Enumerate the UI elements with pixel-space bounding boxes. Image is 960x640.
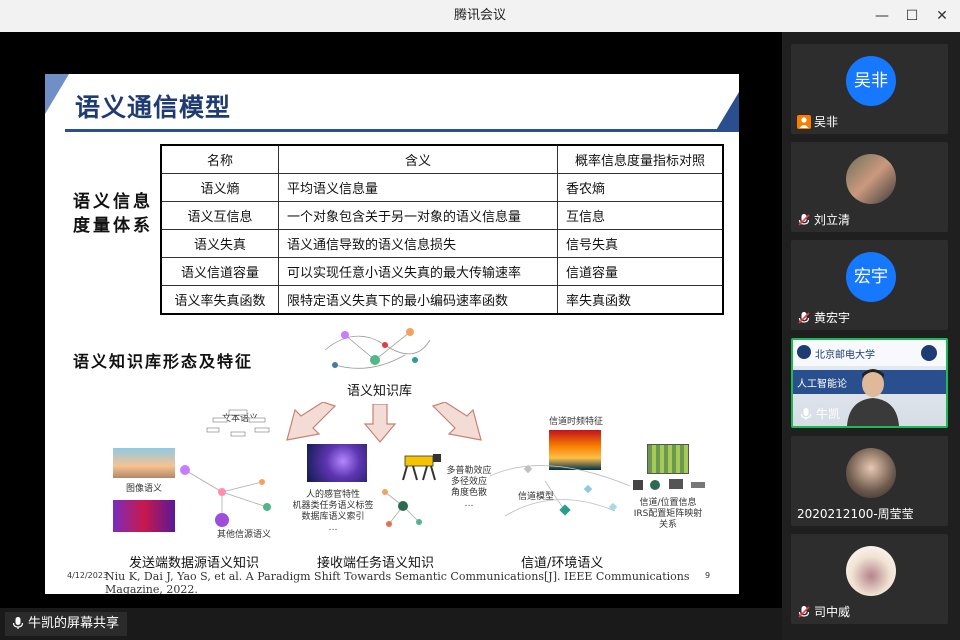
avatar: 吴非 [846, 56, 896, 106]
receiver-semantic-graph [382, 489, 422, 527]
table-cell: 平均语义信息量 [278, 173, 558, 202]
arrow-down-icon [363, 404, 397, 443]
channel-timefreq-label: 信道时频特征 [548, 417, 603, 427]
text-tree-diagram [206, 409, 270, 437]
emblem-icon [921, 345, 937, 361]
banner-text: 北京邮电大学 [815, 350, 875, 361]
slide-page-number: 9 [705, 571, 711, 580]
table-cell: 语义信道容量 [160, 257, 279, 286]
participant-tile[interactable]: 刘立清 [791, 142, 948, 232]
close-button[interactable]: ✕ [926, 0, 958, 32]
participant-tile[interactable]: 司中威 [791, 534, 948, 624]
participant-tile[interactable]: 吴非 吴非 [791, 44, 948, 134]
participant-name: 司中威 [814, 605, 851, 619]
avatar [846, 546, 896, 596]
table-header-cell: 概率信息度量指标对照 [557, 144, 724, 174]
slide-header: 语义通信模型 [45, 74, 739, 132]
participant-name: 黄宏宇 [814, 311, 851, 325]
user-icon [797, 115, 811, 129]
microphone-icon [12, 617, 24, 629]
table-cell: 信道容量 [557, 257, 724, 286]
channel-semantic-graph [489, 464, 631, 517]
table-row: 语义率失真函数 限特定语义失真下的最小编码速率函数 率失真函数 [160, 285, 724, 315]
street-scene-image [113, 448, 175, 478]
participant-tile-active-speaker[interactable]: 北京邮电大学 人工智能论 牛凯 [791, 338, 948, 428]
irs-panel-image [647, 444, 689, 474]
slide-title: 语义通信模型 [75, 93, 232, 122]
microphone-icon [800, 408, 812, 420]
maximize-button[interactable]: ☐ [896, 0, 928, 32]
avatar [846, 448, 896, 498]
table-cell: 互信息 [557, 201, 724, 230]
table-row: 语义互信息 一个对象包含关于另一对象的语义信息量 互信息 [160, 201, 724, 230]
robot-dog-image [402, 454, 441, 481]
table-cell: 香农熵 [557, 173, 724, 202]
window-titlebar: 腾讯会议 — ☐ ✕ [0, 0, 960, 32]
table-cell: 信号失真 [557, 229, 724, 258]
minimize-button[interactable]: — [866, 0, 898, 32]
semantic-metric-table: 名称 含义 概率信息度量指标对照 语义熵 平均语义信息量 香农熵 语义互信息 一… [160, 144, 724, 315]
channel-model-label: 信道模型 [517, 492, 554, 502]
table-cell: 语义率失真函数 [160, 285, 279, 315]
video-banner: 北京邮电大学 [793, 340, 946, 366]
receiver-knowledge-text: 人的感官特性 机器类任务语义标签 数据库语义索引 … [292, 490, 374, 533]
participant-name: 2020212100-周莹莹 [797, 507, 914, 521]
header-accent-right [715, 92, 739, 132]
caption-channel-semantics: 信道/环境语义 [521, 556, 604, 571]
table-row: 语义信道容量 可以实现任意小语义失真的最大传输速率 信道容量 [160, 257, 724, 286]
knowledge-base-section-title: 语义知识库形态及特征 [73, 352, 254, 371]
segmentation-image [113, 500, 175, 532]
channel-info-text: 信道/位置信息 IRS配置矩阵映射 关系 [633, 498, 703, 530]
other-semantic-label: 其他信源语义 [216, 530, 271, 540]
table-cell: 语义互信息 [160, 201, 279, 230]
overlay-text: 人工智能论 [797, 379, 847, 390]
table-row: 语义失真 语义通信导致的语义信息损失 信号失真 [160, 229, 724, 258]
presentation-slide: 语义通信模型 语义信息 度量体系 名称 含义 概率信息度量指标对照 语义熵 平均… [45, 74, 739, 594]
table-cell: 限特定语义失真下的最小编码速率函数 [278, 285, 558, 315]
arrow-down-right-icon [431, 402, 482, 441]
knowledge-graph-icon [324, 328, 431, 369]
caption-receiver-knowledge: 接收端任务语义知识 [317, 556, 435, 571]
knowledge-base-label: 语义知识库 [347, 384, 413, 399]
microphone-muted-icon [798, 606, 810, 618]
table-header-cell: 含义 [278, 144, 558, 174]
participant-name: 刘立清 [814, 213, 851, 227]
participant-tile[interactable]: 宏宇 黄宏宇 [791, 240, 948, 330]
table-row: 语义熵 平均语义信息量 香农熵 [160, 173, 724, 202]
screen-share-indicator[interactable]: 牛凯的屏幕共享 [5, 612, 128, 636]
device-icons [633, 479, 705, 490]
app-title: 腾讯会议 [453, 8, 506, 23]
table-cell: 可以实现任意小语义失真的最大传输速率 [278, 257, 558, 286]
share-label: 牛凯的屏幕共享 [28, 616, 120, 631]
microphone-muted-icon [798, 312, 810, 324]
participant-name: 牛凯 [816, 407, 841, 421]
table-header-row: 名称 含义 概率信息度量指标对照 [160, 144, 724, 174]
university-logo-icon [797, 345, 811, 359]
table-cell: 率失真函数 [557, 285, 724, 315]
slide-date: 4/12/2023 [67, 571, 109, 580]
table-cell: 语义熵 [160, 173, 279, 202]
avatar: 宏宇 [846, 252, 896, 302]
slide-reference: Niu K, Dai J, Yao S, et al. A Paradigm S… [105, 570, 690, 594]
table-header-cell: 名称 [160, 144, 279, 174]
participant-name: 吴非 [814, 115, 839, 129]
metric-system-label: 语义信息 度量体系 [73, 192, 153, 236]
avatar [846, 154, 896, 204]
human-profile-image [307, 444, 367, 482]
table-cell: 语义通信导致的语义信息损失 [278, 229, 558, 258]
table-cell: 一个对象包含关于另一对象的语义信息量 [278, 201, 558, 230]
image-semantic-label: 图像语义 [125, 484, 162, 494]
arrow-down-left-icon [286, 402, 337, 441]
header-rule [65, 129, 735, 132]
table-cell: 语义失真 [160, 229, 279, 258]
microphone-muted-icon [798, 214, 810, 226]
header-accent-left [45, 74, 69, 114]
speaker-figure [847, 369, 899, 426]
caption-source-knowledge: 发送端数据源语义知识 [129, 556, 260, 571]
participant-tile[interactable]: 2020212100-周莹莹 [791, 436, 948, 526]
